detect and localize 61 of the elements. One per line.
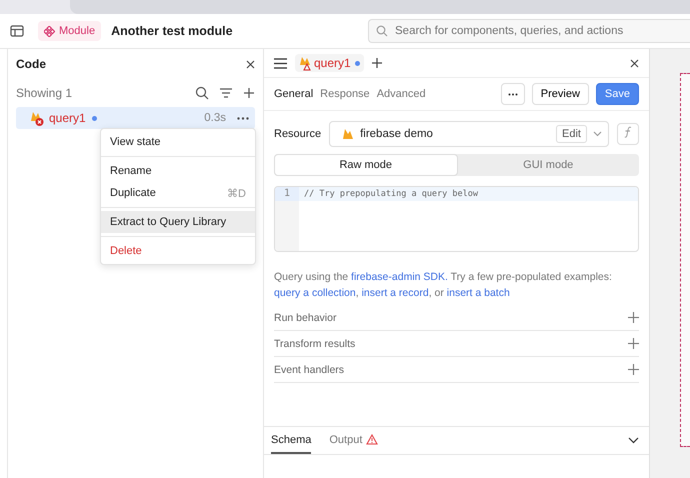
more-icon[interactable] — [237, 116, 249, 120]
line-number: 1 — [275, 187, 299, 201]
query-item[interactable]: query1 0.3s — [16, 107, 255, 129]
help-link[interactable]: insert a batch — [446, 287, 510, 299]
expand-icon — [628, 364, 639, 375]
menu-item[interactable]: Delete — [101, 240, 255, 262]
mode-tab[interactable]: GUI mode — [458, 154, 639, 176]
query-count: Showing 1 — [16, 86, 72, 100]
resource-select[interactable]: firebase demo Edit — [329, 121, 609, 147]
filter-icon[interactable] — [219, 87, 233, 99]
preview-button[interactable]: Preview — [532, 83, 589, 105]
menu-item[interactable]: Duplicate ⌘D — [101, 182, 255, 204]
tab[interactable]: Advanced — [376, 88, 426, 100]
menu-item[interactable]: Extract to Query Library — [101, 211, 255, 233]
function-icon — [624, 126, 632, 138]
menu-label: Extract to Query Library — [110, 216, 226, 228]
module-title: Another test module — [111, 24, 233, 38]
tab[interactable]: Output — [329, 427, 378, 454]
shortcut: ⌘D — [227, 186, 246, 200]
menu-label: Delete — [110, 245, 142, 257]
query-tab[interactable]: query1 — [295, 54, 364, 72]
close-icon[interactable] — [630, 58, 639, 68]
search-field[interactable]: Search for components, queries, and actions — [368, 19, 690, 43]
module-label: Module — [59, 25, 96, 37]
tab[interactable]: Response — [320, 88, 370, 100]
resource-label: Resource — [274, 128, 322, 140]
mode-tab[interactable]: Raw mode — [274, 154, 458, 176]
save-button[interactable]: Save — [596, 83, 639, 105]
menu-label: Duplicate — [110, 187, 156, 199]
expand-icon — [628, 312, 639, 323]
menu-item[interactable]: Rename — [101, 160, 255, 182]
function-button[interactable] — [617, 123, 639, 145]
expand-icon — [628, 338, 639, 349]
menu-icon[interactable] — [274, 58, 287, 68]
add-icon[interactable] — [243, 87, 255, 99]
layout-icon[interactable] — [10, 24, 24, 38]
panel-title: Code — [16, 57, 46, 71]
run-time: 0.3s — [204, 112, 226, 124]
collapsible-section[interactable]: Event handlers — [274, 357, 639, 383]
search-icon[interactable] — [195, 86, 209, 100]
tab[interactable]: General — [274, 88, 314, 100]
chevron-down-icon[interactable] — [628, 437, 639, 444]
close-icon[interactable] — [246, 60, 255, 68]
flame-icon — [342, 127, 354, 141]
more-icon — [508, 92, 518, 96]
help-text: Query using the firebase-admin SDK. Try a few pre-populated examples: query a collection, insert a record, or insert a batch — [274, 270, 613, 301]
menu-label: Rename — [110, 165, 152, 177]
flame-icon — [299, 55, 313, 71]
module-icon — [44, 26, 55, 36]
query-name: query1 — [49, 111, 86, 125]
menu-item[interactable]: View state — [101, 131, 255, 153]
add-icon[interactable] — [372, 58, 382, 68]
tab[interactable]: Schema — [271, 427, 312, 454]
edit-button[interactable]: Edit — [556, 125, 587, 143]
help-link[interactable]: query a collection — [274, 287, 356, 299]
help-link[interactable]: firebase-admin SDK. — [351, 271, 448, 283]
collapsible-section[interactable]: Run behavior — [274, 305, 639, 331]
collapsible-section[interactable]: Transform results — [274, 331, 639, 357]
code-editor[interactable]: 1 // Try prepopulating a query below — [274, 186, 639, 252]
menu-label: View state — [110, 136, 161, 148]
help-link[interactable]: insert a record — [362, 287, 429, 299]
